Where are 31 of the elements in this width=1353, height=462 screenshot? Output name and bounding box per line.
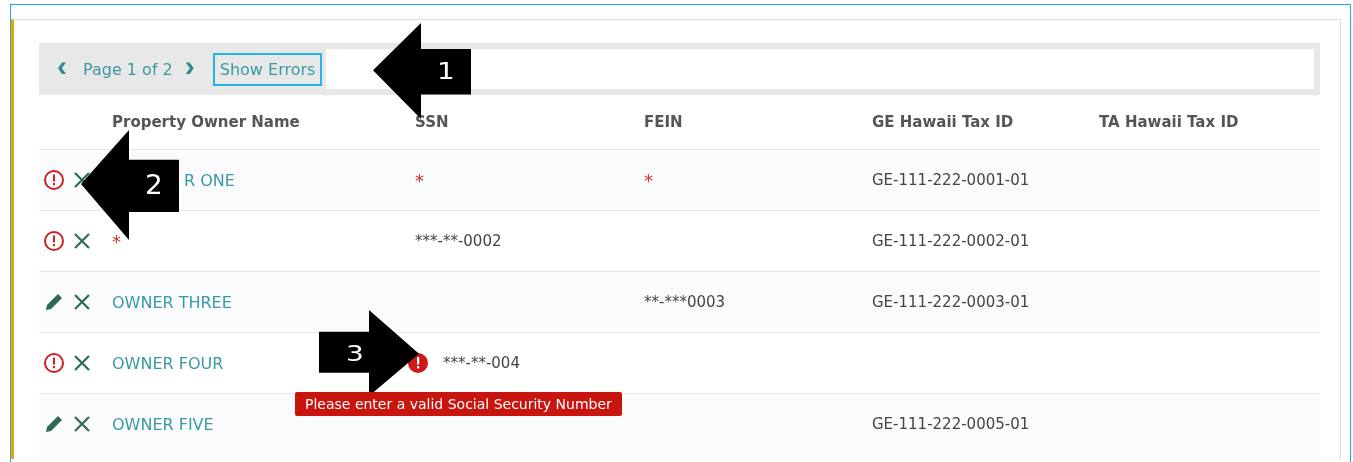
- pencil-icon[interactable]: [43, 291, 65, 313]
- owner-name-link[interactable]: R ONE: [184, 170, 235, 190]
- table-cell: GE-111-222-0002-01: [872, 232, 1030, 250]
- column-header: GE Hawaii Tax ID: [872, 113, 1015, 131]
- close-icon[interactable]: [73, 415, 91, 433]
- table-cell: ***-**-0002: [415, 232, 502, 250]
- required-marker: *: [415, 169, 424, 191]
- show-errors-button[interactable]: Show Errors: [212, 52, 323, 86]
- column-header: Property Owner Name: [112, 113, 301, 131]
- close-icon[interactable]: [73, 232, 91, 250]
- owner-name-link[interactable]: OWNER FIVE: [112, 414, 214, 434]
- close-icon[interactable]: [73, 293, 91, 311]
- required-marker: *: [644, 169, 653, 191]
- owner-name-link[interactable]: OWNER THREE: [112, 292, 232, 312]
- table-cell: GE-111-222-0001-01: [872, 171, 1030, 189]
- column-header: FEIN: [644, 113, 684, 131]
- pencil-icon[interactable]: [43, 413, 65, 435]
- previous-page-button[interactable]: ‹: [51, 51, 73, 81]
- table-cell: GE-111-222-0005-01: [872, 415, 1030, 433]
- error-icon[interactable]: [43, 352, 65, 374]
- error-icon[interactable]: [43, 230, 65, 252]
- error-tooltip: Please enter a valid Social Security Number: [295, 392, 622, 416]
- next-page-button[interactable]: ›: [178, 51, 201, 81]
- column-header: TA Hawaii Tax ID: [1099, 113, 1240, 131]
- error-icon[interactable]: [43, 169, 65, 191]
- page-indicator: Page 1 of 2: [83, 59, 173, 79]
- table-cell: GE-111-222-0003-01: [872, 293, 1030, 311]
- table-cell: **-***0003: [644, 293, 726, 311]
- table-cell: ***-**-004: [443, 354, 520, 372]
- owner-name-link[interactable]: OWNER FOUR: [112, 353, 224, 373]
- close-icon[interactable]: [73, 354, 91, 372]
